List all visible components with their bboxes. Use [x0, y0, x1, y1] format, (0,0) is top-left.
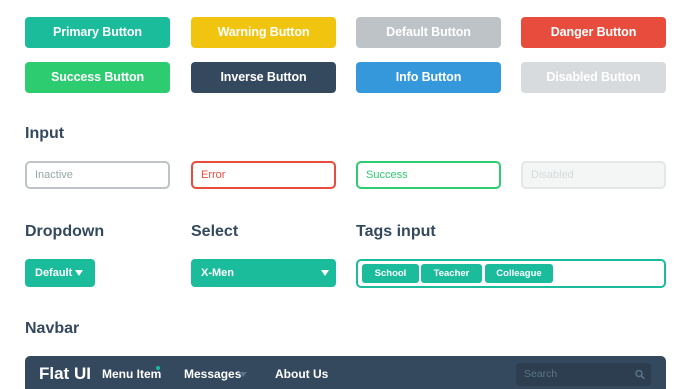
tag-teacher[interactable]: Teacher — [421, 264, 482, 283]
disabled-input: Disabled — [521, 161, 666, 189]
nav-item-messages[interactable]: Messages — [184, 367, 241, 381]
nav-item-label: About Us — [275, 367, 329, 381]
default-button[interactable]: Default Button — [356, 17, 501, 48]
tag-school[interactable]: School — [362, 264, 419, 283]
danger-button[interactable]: Danger Button — [521, 17, 666, 48]
tag-colleague[interactable]: Colleague — [485, 264, 553, 283]
navbar-brand[interactable]: Flat UI — [39, 364, 91, 384]
search-placeholder: Search — [524, 368, 558, 380]
disabled-button: Disabled Button — [521, 62, 666, 93]
info-button[interactable]: Info Button — [356, 62, 501, 93]
primary-button[interactable]: Primary Button — [25, 17, 170, 48]
caret-down-icon — [321, 270, 329, 276]
input-section-title: Input — [25, 125, 65, 142]
inverse-button[interactable]: Inverse Button — [191, 62, 336, 93]
navbar: Flat UI Menu Item Messages About Us Sear… — [25, 356, 666, 389]
default-dropdown[interactable]: Default — [25, 259, 95, 287]
nav-item-label: Messages — [184, 367, 242, 381]
success-input[interactable]: Success — [356, 161, 501, 189]
nav-item-about-us[interactable]: About Us — [275, 367, 328, 381]
search-icon[interactable] — [635, 363, 645, 389]
search-input[interactable]: Search — [516, 363, 651, 386]
select-value: X-Men — [201, 267, 234, 279]
nav-item-label: Menu Item — [102, 367, 162, 381]
navbar-section-title: Navbar — [25, 320, 80, 337]
xmen-select[interactable]: X-Men — [191, 259, 336, 287]
dropdown-label: Default — [35, 267, 73, 279]
tags-input-section-title: Tags input — [356, 223, 436, 240]
success-button[interactable]: Success Button — [25, 62, 170, 93]
inactive-input[interactable]: Inactive — [25, 161, 170, 189]
nav-item-menu-item[interactable]: Menu Item — [102, 366, 162, 381]
caret-down-icon[interactable] — [239, 372, 247, 377]
dot-indicator-icon — [156, 366, 160, 370]
warning-button[interactable]: Warning Button — [191, 17, 336, 48]
error-input[interactable]: Error — [191, 161, 336, 189]
caret-down-icon — [75, 270, 83, 276]
tags-input[interactable]: School Teacher Colleague — [356, 259, 666, 288]
dropdown-section-title: Dropdown — [25, 223, 105, 240]
select-section-title: Select — [191, 223, 239, 240]
